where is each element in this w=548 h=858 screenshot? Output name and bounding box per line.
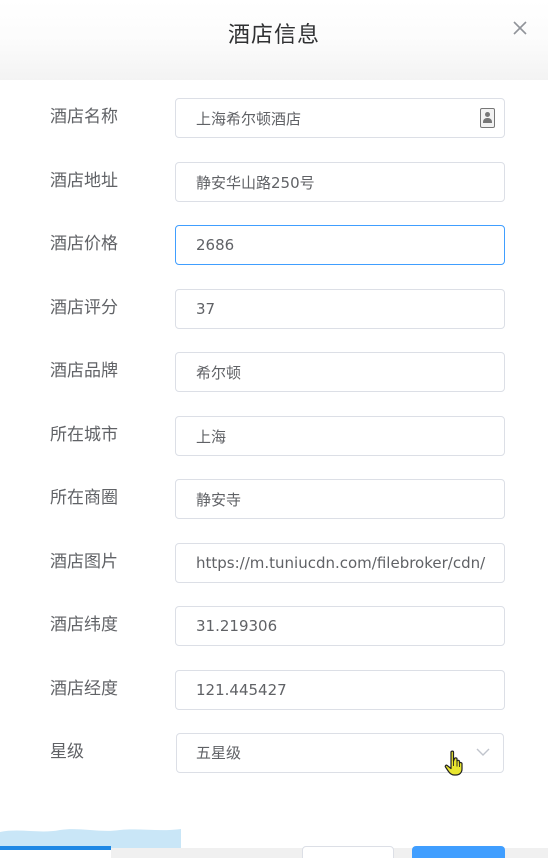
city-input[interactable] <box>175 416 505 456</box>
business-input[interactable] <box>175 479 505 519</box>
score-label: 酒店评分 <box>50 298 118 318</box>
hand-cursor-icon <box>444 750 463 776</box>
address-label: 酒店地址 <box>50 171 118 191</box>
form-row-address: 酒店地址 <box>0 162 548 202</box>
form-row-longitude: 酒店经度 <box>0 670 548 710</box>
business-label: 所在商圈 <box>50 488 118 508</box>
pic-input[interactable] <box>175 543 505 583</box>
chevron-down-icon[interactable] <box>476 747 490 757</box>
city-label: 所在城市 <box>50 425 118 445</box>
form-row-name: 酒店名称 <box>0 98 548 138</box>
decorative-wave <box>0 829 181 848</box>
name-label: 酒店名称 <box>50 107 118 127</box>
form-row-pic: 酒店图片 <box>0 543 548 583</box>
pic-label: 酒店图片 <box>50 552 118 572</box>
form-row-score: 酒店评分 <box>0 289 548 329</box>
cancel-button[interactable] <box>302 846 394 858</box>
name-input[interactable] <box>175 98 505 138</box>
dialog-header: 酒店信息 <box>0 0 548 80</box>
price-label: 酒店价格 <box>50 234 118 254</box>
star-label: 星级 <box>50 742 84 762</box>
form-row-brand: 酒店品牌 <box>0 352 548 392</box>
form-row-latitude: 酒店纬度 <box>0 606 548 646</box>
form-row-business: 所在商圈 <box>0 479 548 519</box>
dialog-title: 酒店信息 <box>227 23 320 48</box>
form-row-price: 酒店价格 <box>0 225 548 265</box>
star-select-value: 五星级 <box>196 744 242 762</box>
contact-card-icon[interactable] <box>480 108 495 128</box>
progress-bar <box>0 846 111 850</box>
score-input[interactable] <box>175 289 505 329</box>
form-row-city: 所在城市 <box>0 416 548 456</box>
latitude-label: 酒店纬度 <box>50 615 118 635</box>
brand-label: 酒店品牌 <box>50 361 118 381</box>
longitude-label: 酒店经度 <box>50 679 118 699</box>
hotel-info-dialog: 酒店信息 酒店名称 酒店地址 酒店价格 酒店评分 酒店品牌 所在城市 所在商圈 <box>0 0 548 858</box>
address-input[interactable] <box>175 162 505 202</box>
confirm-button[interactable] <box>412 846 505 858</box>
longitude-input[interactable] <box>175 670 505 710</box>
brand-input[interactable] <box>175 352 505 392</box>
latitude-input[interactable] <box>175 606 505 646</box>
close-icon[interactable] <box>509 17 531 39</box>
price-input[interactable] <box>175 225 505 265</box>
